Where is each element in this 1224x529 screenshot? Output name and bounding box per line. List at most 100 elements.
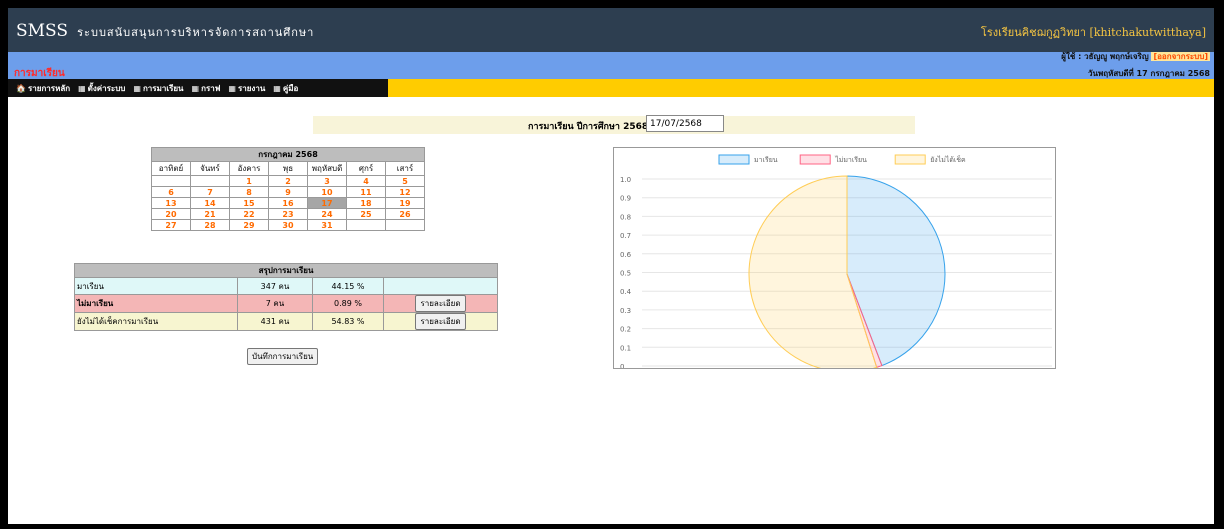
calendar-day[interactable]: 4 <box>346 175 386 187</box>
nav-item-manual[interactable]: ▦ คู่มือ <box>273 82 298 95</box>
calendar-day[interactable]: 14 <box>190 197 230 209</box>
pie-chart: 1.0 0.9 0.8 0.7 0.6 0.5 0.4 0.3 0.2 0.1 0 มาเรียน ไม… <box>620 154 1052 373</box>
row-action: รายละเอียด <box>383 312 498 331</box>
calendar-day[interactable]: 12 <box>385 186 425 198</box>
attendance-chart: 1.0 0.9 0.8 0.7 0.6 0.5 0.4 0.3 0.2 0.1 0 มาเรียน ไม… <box>613 147 1056 373</box>
calendar-day[interactable]: 13 <box>151 197 191 209</box>
save-attendance-button[interactable]: บันทึกการมาเรียน <box>247 348 319 365</box>
calendar-day[interactable]: 2 <box>268 175 308 187</box>
nav-label: รายการหลัก <box>27 83 71 93</box>
nav-label: การมาเรียน <box>142 83 184 93</box>
app-window: SMSS ระบบสนับสนุนการบริหารจัดการสถานศึกษ… <box>8 8 1214 524</box>
row-action <box>383 277 498 295</box>
date-input[interactable] <box>646 115 724 132</box>
calendar: กรกฎาคม 2568 อาทิตย์ จันทร์ อังคาร พุธ พ… <box>151 147 425 231</box>
nav-item-report[interactable]: ▦ รายงาน <box>228 82 265 95</box>
calendar-day[interactable]: 31 <box>307 219 347 231</box>
calendar-day[interactable]: 10 <box>307 186 347 198</box>
calendar-day[interactable]: 22 <box>229 208 269 220</box>
axis-tick-label: 0.8 <box>620 213 631 221</box>
nav-item-main[interactable]: 🏠 รายการหลัก <box>16 82 70 95</box>
calendar-day[interactable]: 9 <box>268 186 308 198</box>
calendar-week: 12345 <box>151 175 425 187</box>
weekday-label: พุธ <box>268 161 308 176</box>
user-label: ผู้ใช้ : วธัญญู พฤกษ์เจริญ <box>1061 52 1149 61</box>
calendar-day[interactable]: 1 <box>229 175 269 187</box>
weekday-label: พฤหัสบดี <box>307 161 347 176</box>
calendar-day[interactable]: 15 <box>229 197 269 209</box>
calendar-day[interactable]: 3 <box>307 175 347 187</box>
calendar-days: 1 2 3 4 5 6 7 8 9 10 11 12 13 14 15 16 17 18 19 20 21 22 23 24 2… <box>151 175 425 231</box>
calendar-day[interactable]: 26 <box>385 208 425 220</box>
calendar-day[interactable]: 18 <box>346 197 386 209</box>
nav-label: รายงาน <box>237 83 266 93</box>
calendar-day[interactable]: 30 <box>268 219 308 231</box>
user-bar <box>8 52 1214 66</box>
nav-item-attendance[interactable]: ▦ การมาเรียน <box>133 82 183 95</box>
brand: SMSS ระบบสนับสนุนการบริหารจัดการสถานศึกษ… <box>16 21 314 41</box>
calendar-day[interactable]: 17 <box>307 197 347 209</box>
grid-icon: ▦ <box>78 83 86 93</box>
app-logo: SMSS <box>16 21 69 41</box>
logout-link[interactable]: [ออกจากระบบ] <box>1151 52 1210 61</box>
legend-label[interactable]: มาเรียน <box>754 156 778 164</box>
legend-label[interactable]: ยังไม่ได้เช็ค <box>930 155 966 164</box>
row-percent: 0.89 % <box>312 294 384 313</box>
nav-item-graph[interactable]: ▦ กราฟ <box>192 82 221 95</box>
axis-tick-label: 0.1 <box>620 344 631 352</box>
calendar-day[interactable]: 16 <box>268 197 308 209</box>
axis-tick-label: 1.0 <box>620 176 631 184</box>
calendar-week: 20 21 22 23 24 25 26 <box>151 208 425 220</box>
weekday-label: ศุกร์ <box>346 161 386 176</box>
unchecked-detail-button[interactable]: รายละเอียด <box>415 313 466 330</box>
calendar-day[interactable]: 6 <box>151 186 191 198</box>
calendar-day[interactable]: 20 <box>151 208 191 220</box>
legend-swatch[interactable] <box>894 154 926 165</box>
legend-label[interactable]: ไม่มาเรียน <box>834 155 867 164</box>
nav-item-settings[interactable]: ▦ ตั้งค่าระบบ <box>78 82 125 95</box>
calendar-day[interactable]: 24 <box>307 208 347 220</box>
summary-row-present: มาเรียน 347 คน 44.15 % <box>74 277 498 295</box>
grid-icon: ▦ <box>133 83 141 93</box>
legend-swatch[interactable] <box>799 154 831 165</box>
axis-tick-label: 0.7 <box>620 232 631 240</box>
calendar-day[interactable]: 28 <box>190 219 230 231</box>
app-subtitle: ระบบสนับสนุนการบริหารจัดการสถานศึกษา <box>77 26 315 39</box>
row-label: ไม่มาเรียน <box>74 294 238 313</box>
row-percent: 44.15 % <box>312 277 384 295</box>
axis-tick-label: 0.3 <box>620 307 631 315</box>
calendar-day[interactable]: 21 <box>190 208 230 220</box>
nav-bar: 🏠 รายการหลัก ▦ ตั้งค่าระบบ ▦ การมาเรียน ▦ กร… <box>8 79 1214 97</box>
row-count: 347 คน <box>237 277 313 295</box>
summary-row-absent: ไม่มาเรียน 7 คน 0.89 % รายละเอียด <box>74 294 498 313</box>
calendar-day[interactable]: 27 <box>151 219 191 231</box>
grid-icon: ▦ <box>228 83 236 93</box>
weekday-label: จันทร์ <box>190 161 230 176</box>
axis-tick-label: 0.4 <box>620 288 632 296</box>
school-name: โรงเรียนคิชฌกูฏวิทยา [khitchakutwitthaya… <box>980 26 1206 39</box>
calendar-day[interactable]: 23 <box>268 208 308 220</box>
row-action: รายละเอียด <box>383 294 498 313</box>
calendar-day[interactable]: 8 <box>229 186 269 198</box>
nav-label: คู่มือ <box>282 83 299 93</box>
weekday-label: อาทิตย์ <box>151 161 191 176</box>
row-label: ยังไม่ได้เช็คการมาเรียน <box>74 312 238 331</box>
page-bar <box>8 66 1214 79</box>
calendar-day[interactable]: 11 <box>346 186 386 198</box>
calendar-day[interactable]: 25 <box>346 208 386 220</box>
summary-title: สรุปการมาเรียน <box>74 263 498 278</box>
calendar-day[interactable]: 7 <box>190 186 230 198</box>
nav-menu: 🏠 รายการหลัก ▦ ตั้งค่าระบบ ▦ การมาเรียน ▦ กร… <box>8 79 388 97</box>
calendar-day <box>151 175 191 187</box>
weekday-label: อังคาร <box>229 161 269 176</box>
calendar-day <box>346 219 386 231</box>
calendar-day[interactable]: 5 <box>385 175 425 187</box>
axis-tick-label: 0.2 <box>620 326 631 334</box>
calendar-day <box>385 219 425 231</box>
calendar-day[interactable]: 19 <box>385 197 425 209</box>
absent-detail-button[interactable]: รายละเอียด <box>415 295 466 312</box>
calendar-day[interactable]: 29 <box>229 219 269 231</box>
row-count: 7 คน <box>237 294 313 313</box>
calendar-day <box>190 175 230 187</box>
legend-swatch[interactable] <box>718 154 750 165</box>
